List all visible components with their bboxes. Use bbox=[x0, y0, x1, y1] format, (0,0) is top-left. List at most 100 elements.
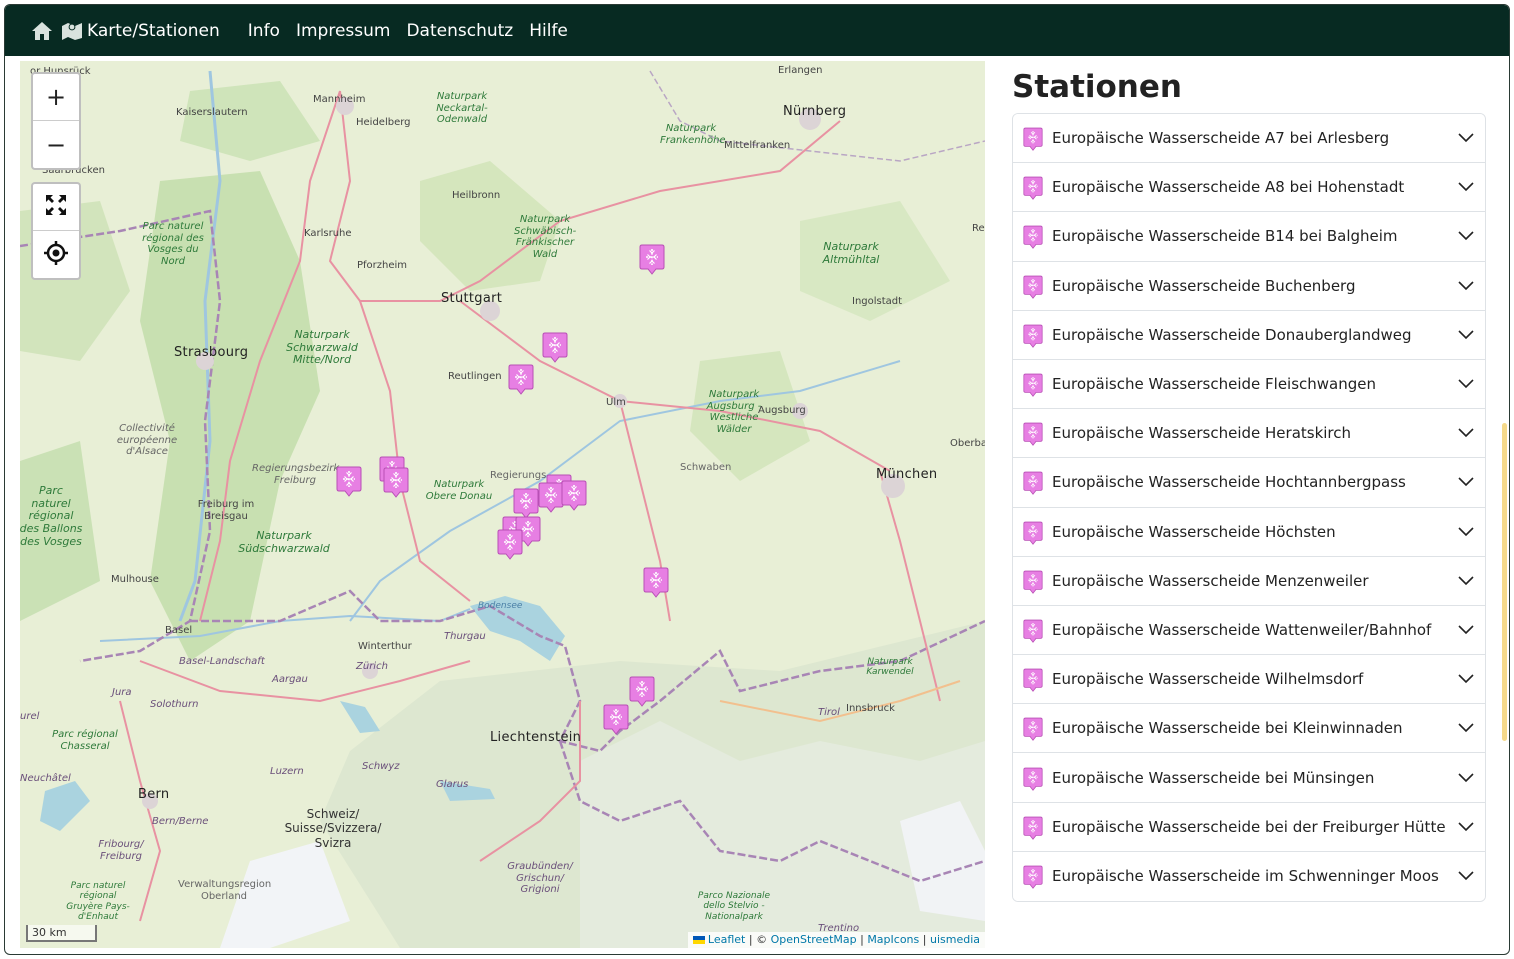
chevron-down-icon[interactable] bbox=[1457, 277, 1475, 295]
station-item[interactable]: Europäische Wasserscheide Buchenberg bbox=[1013, 261, 1485, 311]
map-label-ballons: Parc naturel régional des Ballons des Vo… bbox=[20, 484, 83, 548]
watershed-marker-icon bbox=[1022, 666, 1044, 693]
map-label-mulhouse: Mulhouse bbox=[111, 574, 159, 585]
station-item[interactable]: Europäische Wasserscheide bei Kleinwinna… bbox=[1013, 704, 1485, 754]
zoom-in-button[interactable]: + bbox=[33, 74, 79, 121]
station-marker[interactable] bbox=[507, 361, 535, 395]
chevron-down-icon[interactable] bbox=[1457, 572, 1475, 590]
station-marker[interactable] bbox=[382, 464, 410, 498]
station-item[interactable]: Europäische Wasserscheide Heratskirch bbox=[1013, 409, 1485, 459]
nav-datenschutz[interactable]: Datenschutz bbox=[406, 21, 513, 41]
attribution-sep: | © bbox=[745, 933, 771, 946]
chevron-down-icon[interactable] bbox=[1457, 769, 1475, 787]
station-item[interactable]: Europäische Wasserscheide Wilhelmsdorf bbox=[1013, 655, 1485, 705]
chevron-down-icon[interactable] bbox=[1457, 424, 1475, 442]
nav-impressum[interactable]: Impressum bbox=[296, 21, 391, 41]
chevron-down-icon[interactable] bbox=[1457, 621, 1475, 639]
map-label-solothurn: Solothurn bbox=[150, 699, 199, 710]
uismedia-link[interactable]: uismedia bbox=[930, 933, 980, 946]
map-label-nuernberg: Nürnberg bbox=[783, 104, 847, 119]
map-label-chasseral: Parc régional Chasseral bbox=[52, 729, 118, 752]
map-label-schwaben: Schwaben bbox=[680, 462, 732, 473]
map-label-schweiz: Schweiz/ Suisse/Svizzera/ Svizra bbox=[284, 807, 382, 850]
watershed-marker-icon bbox=[1022, 223, 1044, 250]
map-view[interactable]: or Hunsrück Erlangen Mannheim Kaiserslau… bbox=[20, 61, 985, 948]
station-marker[interactable] bbox=[560, 477, 588, 511]
locate-icon bbox=[43, 240, 69, 270]
station-item[interactable]: Europäische Wasserscheide B14 bei Balghe… bbox=[1013, 212, 1485, 262]
chevron-down-icon[interactable] bbox=[1457, 523, 1475, 541]
station-item[interactable]: Europäische Wasserscheide A7 bei Arlesbe… bbox=[1013, 114, 1485, 164]
watershed-marker-icon bbox=[1022, 863, 1044, 890]
leaflet-link[interactable]: Leaflet bbox=[708, 933, 745, 946]
station-item[interactable]: Europäische Wasserscheide A8 bei Hohenst… bbox=[1013, 163, 1485, 213]
chevron-down-icon[interactable] bbox=[1457, 670, 1475, 688]
station-marker[interactable] bbox=[496, 526, 524, 560]
station-marker[interactable] bbox=[602, 701, 630, 735]
map-label-schwarzwald-mitte: Naturpark Schwarzwald Mitte/Nord bbox=[286, 328, 358, 367]
station-item[interactable]: Europäische Wasserscheide Hochtannbergpa… bbox=[1013, 458, 1485, 508]
watershed-marker-icon bbox=[1022, 568, 1044, 594]
watershed-marker-icon bbox=[1022, 519, 1044, 545]
watershed-marker-icon bbox=[1022, 814, 1044, 840]
map-label-vosges-nord: Parc naturel régional des Vosges du Nord bbox=[142, 221, 204, 267]
chevron-down-icon[interactable] bbox=[1457, 719, 1475, 737]
station-marker[interactable] bbox=[642, 564, 670, 598]
map-label-reg-freiburg: Regierungsbezirk Freiburg bbox=[252, 463, 340, 486]
nav-karte-stationen[interactable]: Karte/Stationen bbox=[61, 21, 220, 41]
home-icon[interactable] bbox=[31, 21, 53, 41]
map-icon bbox=[61, 21, 83, 41]
station-marker[interactable] bbox=[638, 241, 666, 275]
attribution-sep: | bbox=[856, 933, 868, 946]
station-marker[interactable] bbox=[335, 463, 363, 497]
map-label-graubuenden: Graubünden/ Grischun/ Grigioni bbox=[507, 861, 573, 895]
chevron-down-icon[interactable] bbox=[1457, 178, 1475, 196]
chevron-down-icon[interactable] bbox=[1457, 129, 1475, 147]
map-label-schwyz: Schwyz bbox=[362, 761, 400, 772]
station-item[interactable]: Europäische Wasserscheide Höchsten bbox=[1013, 507, 1485, 557]
station-label: Europäische Wasserscheide B14 bei Balghe… bbox=[1052, 227, 1398, 246]
map-label-kaiserslautern: Kaiserslautern bbox=[176, 107, 248, 118]
chevron-down-icon[interactable] bbox=[1457, 227, 1475, 245]
station-item[interactable]: Europäische Wasserscheide bei der Freibu… bbox=[1013, 802, 1485, 852]
station-item[interactable]: Europäische Wasserscheide Menzenweiler bbox=[1013, 556, 1485, 606]
map-label-heilbronn: Heilbronn bbox=[452, 190, 501, 201]
station-item[interactable]: Europäische Wasserscheide bei Münsingen bbox=[1013, 753, 1485, 803]
page-scrollbar[interactable] bbox=[1500, 61, 1509, 951]
nav-info[interactable]: Info bbox=[248, 21, 280, 41]
station-label: Europäische Wasserscheide Menzenweiler bbox=[1052, 571, 1369, 590]
map-label-basel-land: Basel-Landschaft bbox=[179, 656, 265, 667]
station-item[interactable]: Europäische Wasserscheide Fleischwangen bbox=[1013, 359, 1485, 410]
scrollbar-thumb[interactable] bbox=[1502, 423, 1507, 741]
watershed-marker-icon bbox=[1022, 273, 1044, 299]
chevron-down-icon[interactable] bbox=[1457, 473, 1475, 491]
station-label: Europäische Wasserscheide Höchsten bbox=[1052, 522, 1336, 541]
fullscreen-button[interactable] bbox=[33, 184, 79, 231]
chevron-down-icon[interactable] bbox=[1457, 375, 1475, 393]
nav-hilfe[interactable]: Hilfe bbox=[529, 21, 568, 41]
zoom-out-button[interactable]: − bbox=[33, 121, 79, 168]
watershed-marker-icon bbox=[1022, 174, 1044, 201]
station-marker[interactable] bbox=[541, 329, 569, 363]
map-label-basel: Basel bbox=[165, 625, 193, 636]
map-label-oberland: Verwaltungsregion Oberland bbox=[178, 879, 272, 902]
map-label-tirol: Tirol bbox=[818, 707, 840, 718]
map-label-bern-berne: Bern/Berne bbox=[152, 816, 209, 827]
station-item[interactable]: Europäische Wasserscheide Donauberglandw… bbox=[1013, 310, 1485, 360]
locate-button[interactable] bbox=[33, 231, 79, 278]
station-item[interactable]: Europäische Wasserscheide Wattenweiler/B… bbox=[1013, 605, 1485, 656]
chevron-down-icon[interactable] bbox=[1457, 326, 1475, 344]
map-label-stelvio: Parco Nazionale dello Stelvio - National… bbox=[697, 891, 771, 922]
osm-link[interactable]: OpenStreetMap bbox=[771, 933, 857, 946]
zoom-control: + − bbox=[31, 72, 81, 170]
station-marker[interactable] bbox=[628, 673, 656, 707]
map-label-obere-donau: Naturpark Obere Donau bbox=[425, 479, 493, 502]
station-label: Europäische Wasserscheide Fleischwangen bbox=[1052, 375, 1377, 394]
chevron-down-icon[interactable] bbox=[1457, 818, 1475, 836]
mapicons-link[interactable]: MapIcons bbox=[867, 933, 919, 946]
chevron-down-icon[interactable] bbox=[1457, 867, 1475, 885]
map-label-suedschwarzwald: Naturpark Südschwarzwald bbox=[238, 529, 330, 555]
watershed-marker-icon bbox=[1022, 617, 1044, 643]
station-item[interactable]: Europäische Wasserscheide im Schwenninge… bbox=[1013, 851, 1485, 901]
map-label-erlangen: Erlangen bbox=[778, 65, 823, 76]
